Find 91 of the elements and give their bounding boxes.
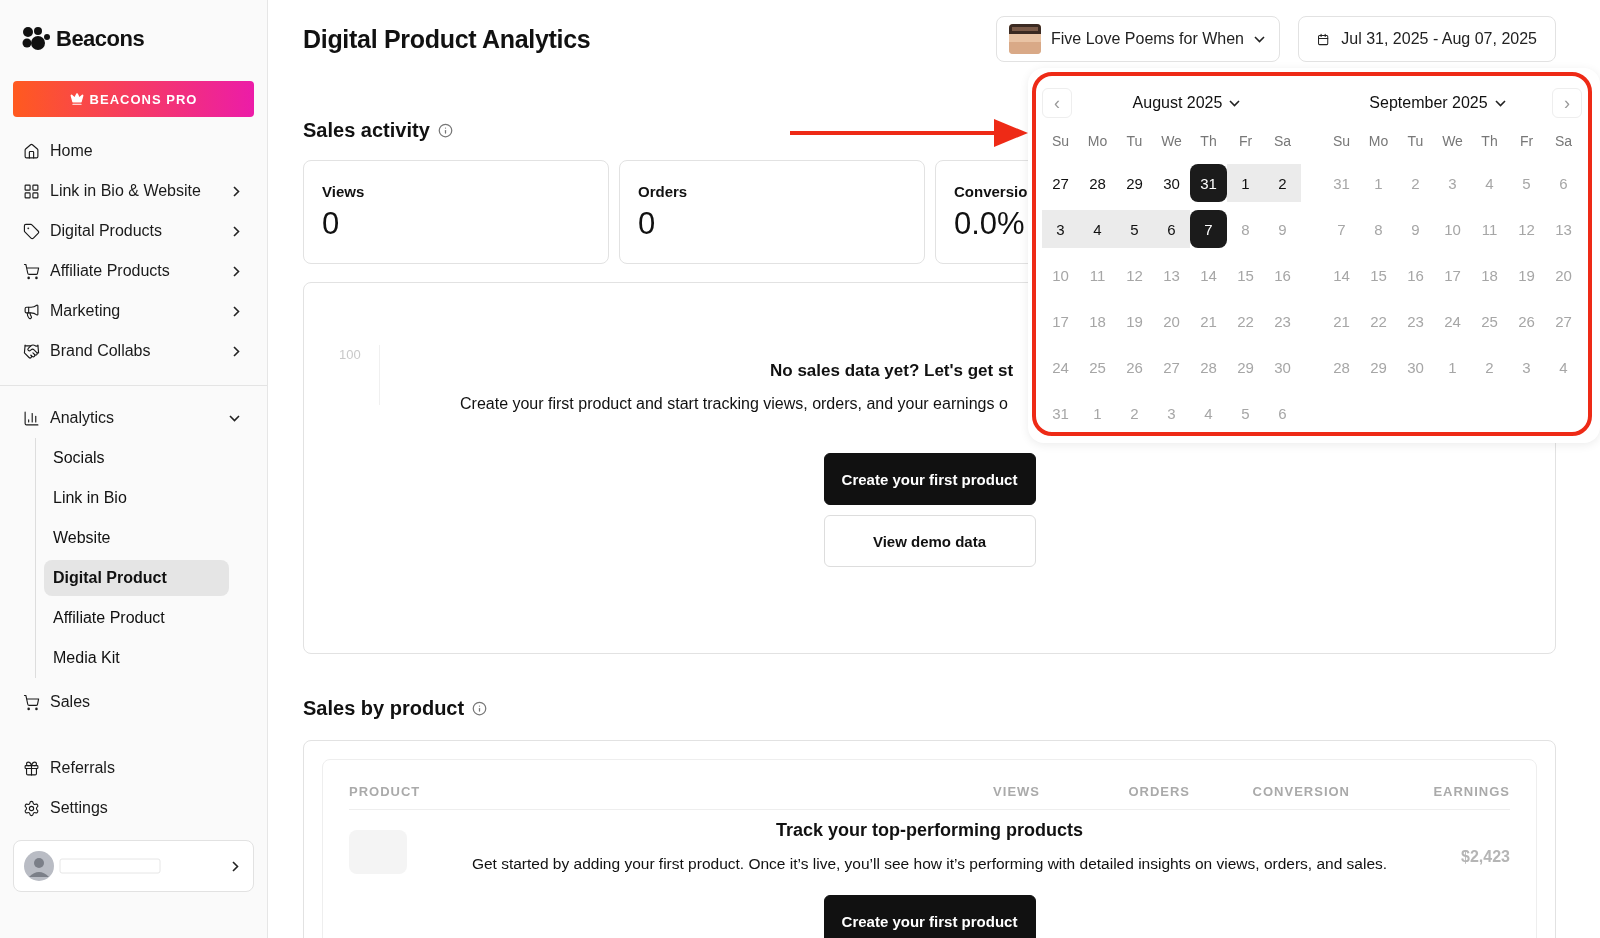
- empty-title: No sales data yet? Let's get st: [770, 361, 1014, 381]
- month-select[interactable]: August 2025: [1132, 94, 1241, 112]
- weekday-label: Th: [1199, 132, 1218, 151]
- weekday-label: We: [1441, 132, 1464, 151]
- pro-button[interactable]: BEACONS PRO: [13, 81, 254, 117]
- nav-item[interactable]: Digital Products: [13, 211, 254, 251]
- create-product-button[interactable]: Create your first product: [823, 453, 1036, 505]
- nav-subitem[interactable]: Media Kit: [44, 640, 229, 676]
- gift-icon: [23, 759, 40, 777]
- calendar-day[interactable]: 7: [1190, 210, 1227, 248]
- weekday-label: Su: [1331, 132, 1352, 151]
- weekday-label: Mo: [1367, 132, 1390, 151]
- chevron-down-icon: [1254, 35, 1265, 43]
- product-select[interactable]: Five Love Poems for When: [996, 16, 1280, 62]
- calendar-day[interactable]: 31: [1190, 164, 1227, 202]
- stat-label: Orders: [638, 183, 688, 200]
- cart-icon: [23, 693, 40, 711]
- calendar-day[interactable]: 2: [1264, 164, 1301, 202]
- empty-text: Get started by adding your first product. Once it’s live, you’ll see how it’s performing with detailed insights on views, orders, and sales.: [471, 855, 1388, 873]
- stat-label: Conversio: [954, 183, 1028, 200]
- stat-value: 0: [322, 206, 340, 242]
- weekday-label: Sa: [1553, 132, 1574, 151]
- next-month-button[interactable]: ›: [1552, 88, 1582, 118]
- nav-item[interactable]: Marketing: [13, 291, 254, 331]
- nav-item[interactable]: Settings: [13, 788, 254, 828]
- logo-icon: [22, 26, 50, 52]
- info-icon[interactable]: [472, 700, 488, 716]
- tag-icon: [23, 222, 40, 240]
- calendar-day[interactable]: 28: [1079, 164, 1116, 202]
- create-product-button[interactable]: Create your first product: [823, 895, 1036, 938]
- weekday-label: Th: [1480, 132, 1499, 151]
- stat-value: 0.0%: [954, 206, 1025, 242]
- calendar-day[interactable]: 4: [1079, 210, 1116, 248]
- crown-icon: [69, 92, 84, 106]
- weekday-label: Sa: [1272, 132, 1293, 151]
- info-icon[interactable]: [437, 122, 453, 138]
- column-header: PRODUCT: [349, 784, 422, 799]
- date-range-button[interactable]: Jul 31, 2025 - Aug 07, 2025: [1298, 16, 1556, 62]
- cart-icon: [23, 262, 40, 280]
- stat-label: Views: [322, 183, 365, 200]
- handshake-icon: [23, 342, 40, 360]
- weekday-label: Fr: [1237, 132, 1254, 151]
- nav-subitem[interactable]: Link in Bio: [44, 480, 229, 516]
- weekday-label: Fr: [1518, 132, 1535, 151]
- weekday-label: Su: [1050, 132, 1071, 151]
- page-title: Digital Product Analytics: [303, 24, 592, 54]
- empty-text: Create your first product and start tracking views, orders, and your earnings o: [460, 395, 1008, 413]
- grid-icon: [23, 182, 40, 200]
- megaphone-icon: [23, 302, 40, 320]
- column-header: EARNINGS: [1432, 784, 1510, 799]
- nav-item[interactable]: Brand Collabs: [13, 331, 254, 371]
- weekday-label: Tu: [1125, 132, 1144, 151]
- nav-item[interactable]: Link in Bio & Website: [13, 171, 254, 211]
- chevron-down-icon: [1229, 99, 1241, 107]
- nav-subitem[interactable]: Website: [44, 520, 229, 556]
- settings-icon: [23, 799, 40, 817]
- column-header: ORDERS: [1127, 784, 1190, 799]
- previous-month-button[interactable]: ‹: [1042, 88, 1072, 118]
- month-select[interactable]: September 2025: [1369, 94, 1506, 112]
- chevron-right-icon: [232, 860, 239, 872]
- nav-subitem[interactable]: Digital Product: [44, 560, 229, 596]
- nav-item[interactable]: Analytics: [13, 398, 254, 438]
- weekday-label: Mo: [1086, 132, 1109, 151]
- weekday-label: Tu: [1406, 132, 1425, 151]
- calendar-day[interactable]: 30: [1153, 164, 1190, 202]
- nav-item[interactable]: Referrals: [13, 748, 254, 788]
- home-icon: [23, 142, 40, 160]
- column-header: VIEWS: [992, 784, 1040, 799]
- calendar-day[interactable]: 29: [1116, 164, 1153, 202]
- calendar-day[interactable]: 6: [1153, 210, 1190, 248]
- faded-value: $2,423: [1461, 848, 1510, 866]
- nav-subitem[interactable]: Socials: [44, 440, 229, 476]
- bar-chart-icon: [23, 409, 40, 427]
- calendar-day[interactable]: 3: [1042, 210, 1079, 248]
- section-title: Sales activity: [303, 118, 430, 142]
- section-title: Sales by product: [303, 696, 465, 720]
- brand-name: Beacons: [56, 26, 145, 52]
- stat-value: 0: [638, 206, 656, 242]
- empty-title: Track your top-performing products: [776, 820, 1083, 841]
- nav-item[interactable]: Affiliate Products: [13, 251, 254, 291]
- calendar-day[interactable]: 5: [1116, 210, 1153, 248]
- nav-subitem[interactable]: Affiliate Product: [44, 600, 229, 636]
- demo-data-button[interactable]: View demo data: [823, 515, 1036, 567]
- nav-item[interactable]: Home: [13, 131, 254, 171]
- chevron-down-icon: [1494, 99, 1506, 107]
- column-header: CONVERSION: [1251, 784, 1350, 799]
- avatar-icon: [24, 851, 54, 881]
- calendar-day[interactable]: 1: [1227, 164, 1264, 202]
- nav-item[interactable]: Sales: [13, 682, 254, 722]
- calendar-day[interactable]: 27: [1042, 164, 1079, 202]
- weekday-label: We: [1160, 132, 1183, 151]
